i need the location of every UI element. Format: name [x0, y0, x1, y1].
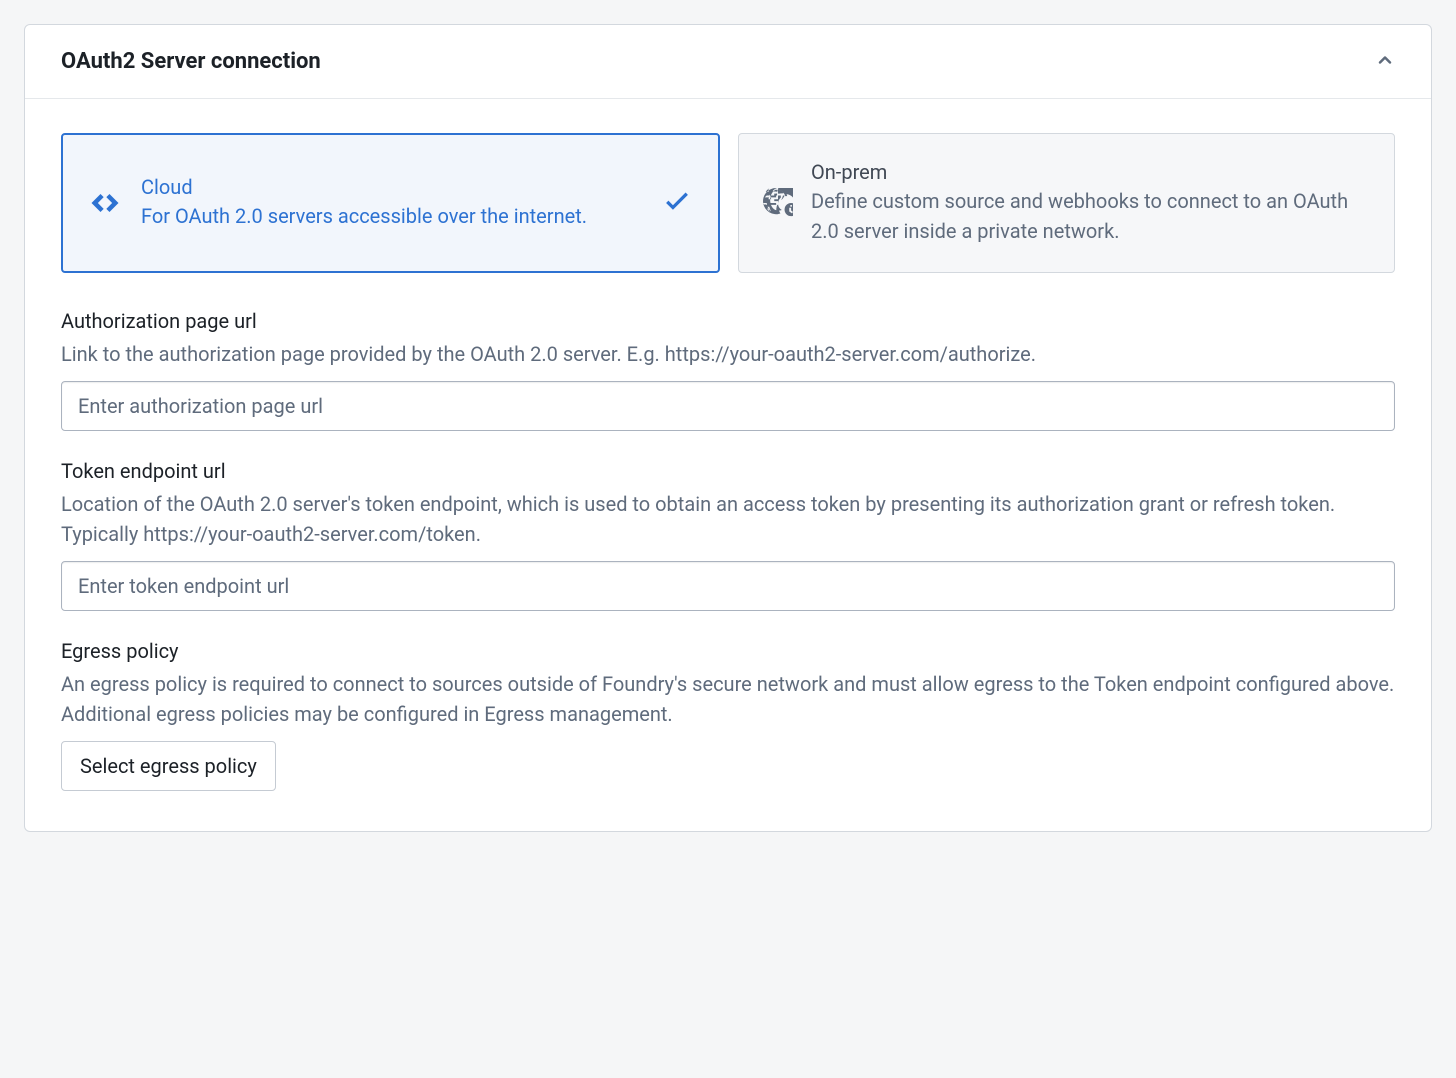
option-cloud[interactable]: Cloud For OAuth 2.0 servers accessible o…: [61, 133, 720, 273]
field-authorization-url: Authorization page url Link to the autho…: [61, 309, 1395, 431]
option-cloud-text: Cloud For OAuth 2.0 servers accessible o…: [141, 175, 638, 231]
panel-body: Cloud For OAuth 2.0 servers accessible o…: [25, 99, 1431, 831]
option-onprem-title: On-prem: [811, 160, 1370, 184]
authorization-url-input[interactable]: [61, 381, 1395, 431]
egress-policy-help: An egress policy is required to connect …: [61, 669, 1395, 729]
oauth2-server-connection-panel: OAuth2 Server connection Cloud For OAuth…: [24, 24, 1432, 832]
chevron-up-icon: [1375, 50, 1395, 74]
panel-title: OAuth2 Server connection: [61, 49, 321, 74]
authorization-url-help: Link to the authorization page provided …: [61, 339, 1395, 369]
check-icon: [664, 188, 690, 218]
panel-header[interactable]: OAuth2 Server connection: [25, 25, 1431, 99]
code-icon: [87, 185, 123, 221]
option-onprem[interactable]: On-prem Define custom source and webhook…: [738, 133, 1395, 273]
globe-network-icon: [763, 188, 793, 218]
field-egress-policy: Egress policy An egress policy is requir…: [61, 639, 1395, 791]
egress-policy-label: Egress policy: [61, 639, 1395, 663]
field-token-endpoint-url: Token endpoint url Location of the OAuth…: [61, 459, 1395, 611]
option-onprem-description: Define custom source and webhooks to con…: [811, 186, 1370, 246]
token-endpoint-url-label: Token endpoint url: [61, 459, 1395, 483]
option-cloud-title: Cloud: [141, 175, 638, 199]
authorization-url-label: Authorization page url: [61, 309, 1395, 333]
option-cloud-description: For OAuth 2.0 servers accessible over th…: [141, 201, 638, 231]
connection-type-options: Cloud For OAuth 2.0 servers accessible o…: [61, 133, 1395, 273]
token-endpoint-url-input[interactable]: [61, 561, 1395, 611]
token-endpoint-url-help: Location of the OAuth 2.0 server's token…: [61, 489, 1395, 549]
option-onprem-text: On-prem Define custom source and webhook…: [811, 160, 1370, 246]
select-egress-policy-button[interactable]: Select egress policy: [61, 741, 276, 791]
